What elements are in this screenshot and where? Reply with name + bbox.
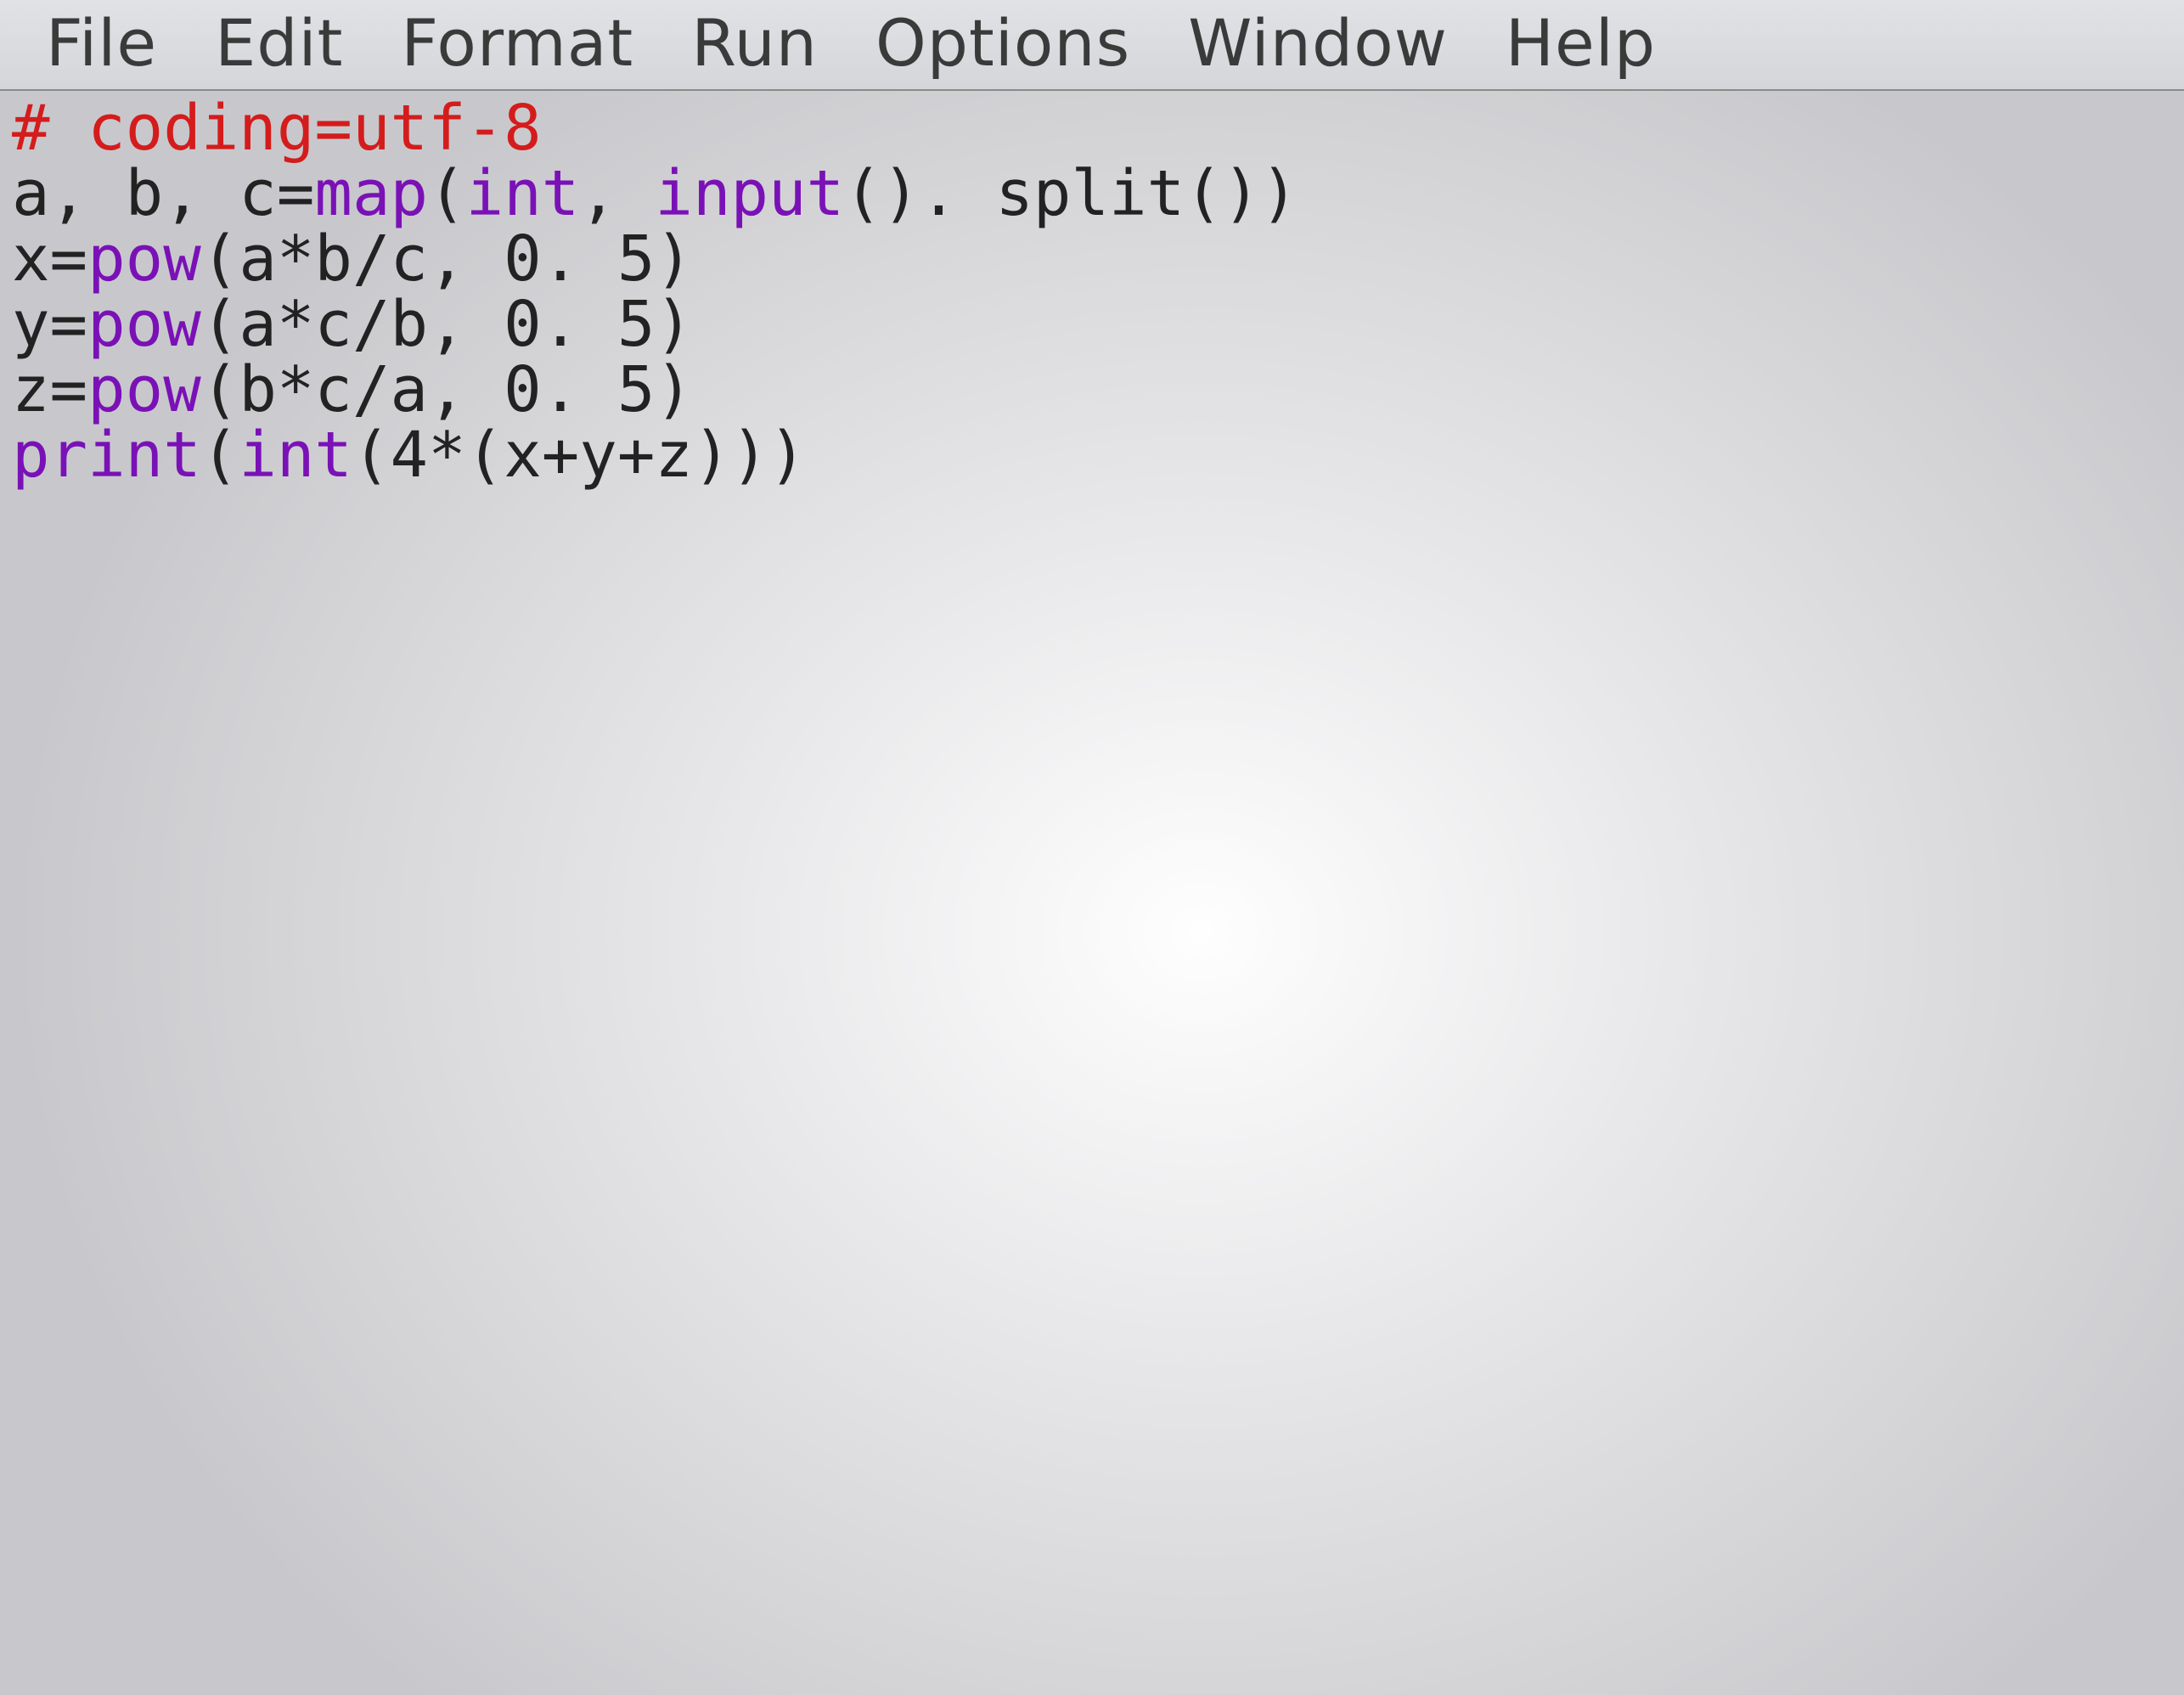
code-builtin-int: int (466, 157, 580, 230)
code-text: , (579, 157, 655, 230)
code-text: y= (12, 288, 87, 361)
code-text: (a*c/b, 0. 5) (201, 288, 693, 361)
code-text: (b*c/a, 0. 5) (201, 353, 693, 426)
menu-format[interactable]: Format (401, 5, 633, 81)
menu-file[interactable]: File (46, 5, 157, 81)
menu-edit[interactable]: Edit (215, 5, 343, 81)
code-comment: # coding=utf-8 (12, 92, 542, 165)
code-builtin-pow: pow (87, 353, 201, 426)
menu-run[interactable]: Run (691, 5, 818, 81)
code-text: a, b, c= (12, 157, 314, 230)
code-builtin-pow: pow (87, 222, 201, 296)
code-builtin-input: input (655, 157, 844, 230)
code-text: (). split()) (844, 157, 1298, 230)
code-editor[interactable]: # coding=utf-8 a, b, c=map(int, input().… (0, 91, 2184, 488)
menu-window[interactable]: Window (1188, 5, 1448, 81)
menu-bar: File Edit Format Run Options Window Help (0, 0, 2184, 91)
menu-help[interactable]: Help (1506, 5, 1656, 81)
code-text: z= (12, 353, 87, 426)
code-builtin-int: int (239, 419, 352, 492)
code-text: ( (428, 157, 466, 230)
code-text: x= (12, 222, 87, 296)
code-text: (a*b/c, 0. 5) (201, 222, 693, 296)
menu-options[interactable]: Options (875, 5, 1130, 81)
code-text: (4*(x+y+z))) (352, 419, 807, 492)
code-text: ( (201, 419, 239, 492)
code-builtin-map: map (314, 157, 428, 230)
code-builtin-print: print (12, 419, 201, 492)
code-builtin-pow: pow (87, 288, 201, 361)
